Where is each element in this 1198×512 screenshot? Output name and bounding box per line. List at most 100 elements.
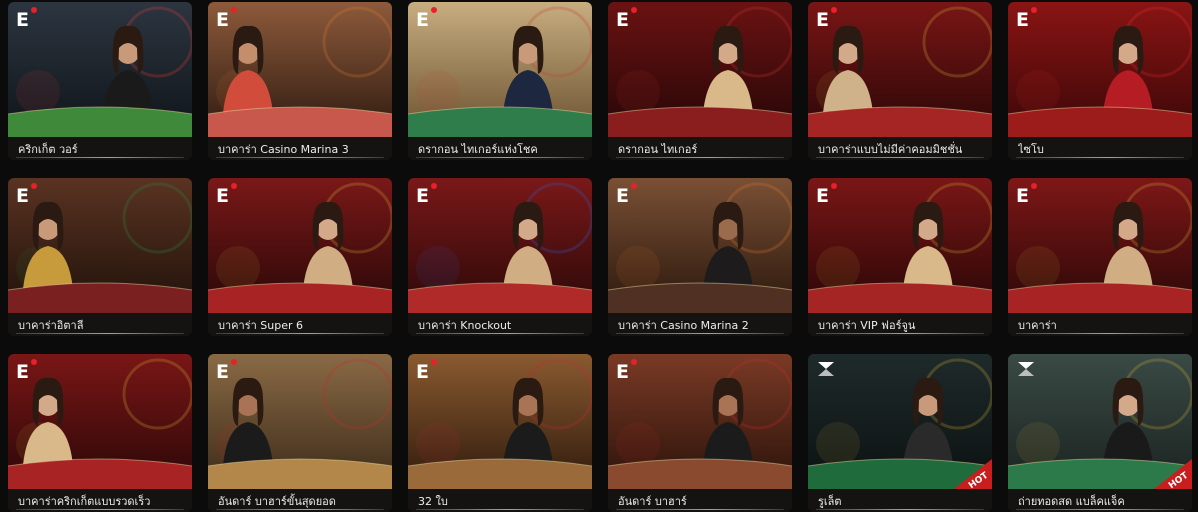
game-card-nocomm[interactable]: E บาคาร่าแบบไม่มีค่าคอมมิชชั่น [808,2,992,160]
game-card-vip[interactable]: E บาคาร่า VIP ฟอร์จูน [808,178,992,336]
provider-logo-icon: E [16,183,37,206]
game-thumbnail[interactable] [8,2,192,137]
caption-divider [416,333,584,334]
game-card-italy[interactable]: E บาคาร่าอิตาลี [8,178,192,336]
game-table [8,459,192,489]
game-artwork [608,354,792,489]
game-card-dragon[interactable]: E ดรากอน ไทเกอร์ [608,2,792,160]
game-artwork [1008,178,1192,313]
caption-divider [216,157,384,158]
game-thumbnail[interactable] [608,178,792,313]
game-card-blackjack[interactable]: HOT ถ่ายทอดสด แบล็คแจ็ค [1008,354,1192,512]
game-card-marina[interactable]: E บาคาร่า Casino Marina 3 [208,2,392,160]
game-title[interactable]: คริกเก็ต วอร์ [18,140,182,156]
game-title[interactable]: ถ่ายทอดสด แบล็คแจ็ค [1018,492,1182,508]
game-artwork [8,178,192,313]
game-title[interactable]: รูเล็ต [818,492,982,508]
game-title[interactable]: บาคาร่าแบบไม่มีค่าคอมมิชชั่น [818,140,982,156]
game-title[interactable]: อันดาร์ บาฮาร์ [618,492,782,508]
caption-divider [1016,333,1184,334]
caption-divider [816,333,984,334]
provider-logo-icon: E [216,359,237,382]
game-title[interactable]: ดรากอน ไทเกอร์แห่งโชค [418,140,582,156]
game-title[interactable]: บาคาร่า [1018,316,1182,332]
provider-logo-icon: E [816,7,837,30]
hot-badge: HOT [1154,459,1192,489]
game-card-cards32[interactable]: E 32 ใบ [408,354,592,512]
game-thumbnail[interactable] [8,178,192,313]
game-artwork [808,2,992,137]
game-thumbnail[interactable] [808,2,992,137]
game-card-fortune[interactable]: E บาคาร่าคริกเก็ตแบบรวดเร็ว [8,354,192,512]
provider-dot [231,183,237,189]
game-card-roulette[interactable]: HOT รูเล็ต [808,354,992,512]
game-card-plain[interactable]: E บาคาร่า [1008,178,1192,336]
game-card-cricket[interactable]: E คริกเก็ต วอร์ [8,2,192,160]
game-title[interactable]: ไซโบ [1018,140,1182,156]
game-table [208,283,392,313]
game-table [808,283,992,313]
game-table [608,107,792,137]
game-title[interactable]: บาคาร่า Knockout [418,316,582,332]
game-card-sicbo[interactable]: E ไซโบ [1008,2,1192,160]
provider-dot [1031,183,1037,189]
game-card-knockout[interactable]: E บาคาร่า Knockout [408,178,592,336]
caption-divider [1016,157,1184,158]
provider-logo-icon: E [616,183,637,206]
game-title[interactable]: บาคาร่าคริกเก็ตแบบรวดเร็ว [18,492,182,508]
provider-logo-icon: E [1016,7,1037,30]
game-thumbnail[interactable] [808,178,992,313]
game-card-marina2[interactable]: E บาคาร่า Casino Marina 2 [608,178,792,336]
caption-divider [616,509,784,510]
game-thumbnail[interactable] [208,178,392,313]
game-artwork [808,178,992,313]
game-artwork [408,2,592,137]
game-title[interactable]: บาคาร่า VIP ฟอร์จูน [818,316,982,332]
caption-divider [1016,509,1184,510]
game-title[interactable]: บาคาร่าอิตาลี [18,316,182,332]
provider-dot [231,7,237,13]
game-table [608,283,792,313]
game-thumbnail[interactable] [408,354,592,489]
game-thumbnail[interactable] [608,2,792,137]
game-artwork [608,178,792,313]
game-artwork [208,178,392,313]
game-card-ultimate[interactable]: E อันดาร์ บาฮาร์ขั้นสุดยอด [208,354,392,512]
game-table [408,283,592,313]
game-artwork [8,2,192,137]
game-table [608,459,792,489]
game-thumbnail[interactable] [1008,2,1192,137]
provider-logo-icon: E [416,183,437,206]
caption-divider [16,157,184,158]
game-thumbnail[interactable] [208,354,392,489]
provider-logo-icon: E [1016,183,1037,206]
provider-alt-logo-icon [1016,360,1036,378]
caption-divider [416,509,584,510]
caption-divider [216,333,384,334]
provider-logo-icon: E [416,359,437,382]
game-thumbnail[interactable] [408,178,592,313]
game-title[interactable]: อันดาร์ บาฮาร์ขั้นสุดยอด [218,492,382,508]
game-title[interactable]: บาคาร่า Casino Marina 2 [618,316,782,332]
game-card-dragonsorte[interactable]: E ดรากอน ไทเกอร์แห่งโชค [408,2,592,160]
game-table [408,107,592,137]
provider-dot [31,7,37,13]
game-thumbnail[interactable] [208,2,392,137]
game-title[interactable]: ดรากอน ไทเกอร์ [618,140,782,156]
game-thumbnail[interactable] [1008,178,1192,313]
game-thumbnail[interactable] [608,354,792,489]
game-title[interactable]: บาคาร่า Casino Marina 3 [218,140,382,156]
game-table [1008,283,1192,313]
game-title[interactable]: 32 ใบ [418,492,582,508]
game-card-super6[interactable]: E บาคาร่า Super 6 [208,178,392,336]
game-card-andar[interactable]: E อันดาร์ บาฮาร์ [608,354,792,512]
provider-logo-icon: E [416,7,437,30]
caption-divider [816,157,984,158]
caption-divider [416,157,584,158]
game-title[interactable]: บาคาร่า Super 6 [218,316,382,332]
game-artwork [608,2,792,137]
game-thumbnail[interactable] [8,354,192,489]
provider-logo-icon: E [216,183,237,206]
game-thumbnail[interactable] [408,2,592,137]
game-table [808,107,992,137]
